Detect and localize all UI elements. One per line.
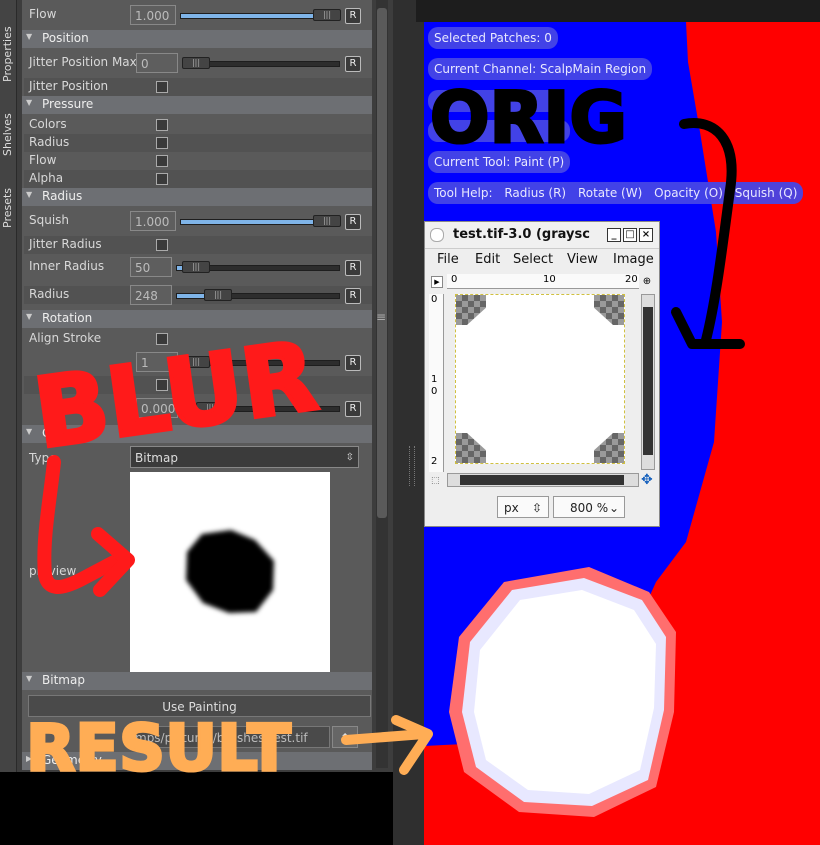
result-label: RESULT — [26, 712, 291, 786]
orig-annotation: ORIG — [429, 76, 745, 349]
orig-arrow-icon — [679, 118, 737, 345]
blur-arrow-icon — [37, 455, 125, 594]
result-arrow-icon — [341, 729, 429, 745]
blur-annotation: BLUR — [26, 318, 325, 597]
annotation-overlay: BLUR ORIG RESULT — [25, 76, 745, 788]
blur-label: BLUR — [28, 320, 324, 470]
orig-label: ORIG — [430, 77, 627, 159]
result-annotation: RESULT — [25, 711, 433, 788]
